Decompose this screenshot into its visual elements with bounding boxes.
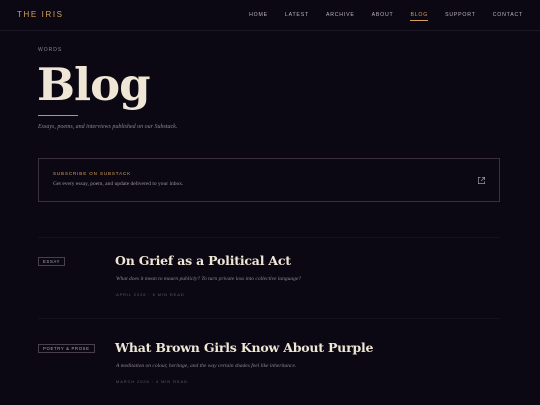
page-title: Blog — [37, 58, 151, 111]
subscribe-title: SUBSCRIBE ON SUBSTACK — [53, 171, 132, 176]
nav-link-blog[interactable]: BLOG — [410, 12, 429, 21]
post-title[interactable]: What Brown Girls Know About Purple — [115, 340, 373, 355]
divider — [38, 237, 500, 238]
nav-link-about[interactable]: ABOUT — [372, 12, 394, 21]
nav-link-latest[interactable]: LATEST — [285, 12, 309, 21]
page-eyebrow: WORDS — [38, 47, 63, 53]
post-tag[interactable]: ESSAY — [38, 257, 66, 266]
subscribe-card[interactable]: SUBSCRIBE ON SUBSTACK Get every essay, p… — [38, 158, 500, 202]
post-meta: APRIL 2026 · 6 MIN READ — [116, 292, 185, 297]
nav-link-archive[interactable]: ARCHIVE — [326, 12, 355, 21]
post-title[interactable]: On Grief as a Political Act — [115, 253, 291, 268]
post-meta: MARCH 2026 · 4 MIN READ — [116, 379, 188, 384]
post-tag[interactable]: POETRY & PROSE — [38, 344, 95, 353]
subscribe-text: Get every essay, poem, and update delive… — [53, 181, 184, 187]
nav-links: HOME LATEST ARCHIVE ABOUT BLOG SUPPORT C… — [249, 12, 523, 21]
page-subtitle: Essays, poems, and interviews published … — [38, 124, 178, 130]
nav-link-support[interactable]: SUPPORT — [445, 12, 476, 21]
nav-link-home[interactable]: HOME — [249, 12, 268, 21]
nav-link-contact[interactable]: CONTACT — [493, 12, 523, 21]
post-dek: What does it mean to mourn publicly? To … — [116, 276, 302, 282]
divider — [38, 318, 500, 319]
post-dek: A meditation on colour, heritage, and th… — [116, 363, 297, 369]
site-logo[interactable]: THE IRIS — [17, 10, 64, 19]
title-underline — [38, 115, 78, 116]
external-link-icon[interactable] — [477, 176, 486, 185]
top-nav: THE IRIS HOME LATEST ARCHIVE ABOUT BLOG … — [0, 0, 540, 31]
